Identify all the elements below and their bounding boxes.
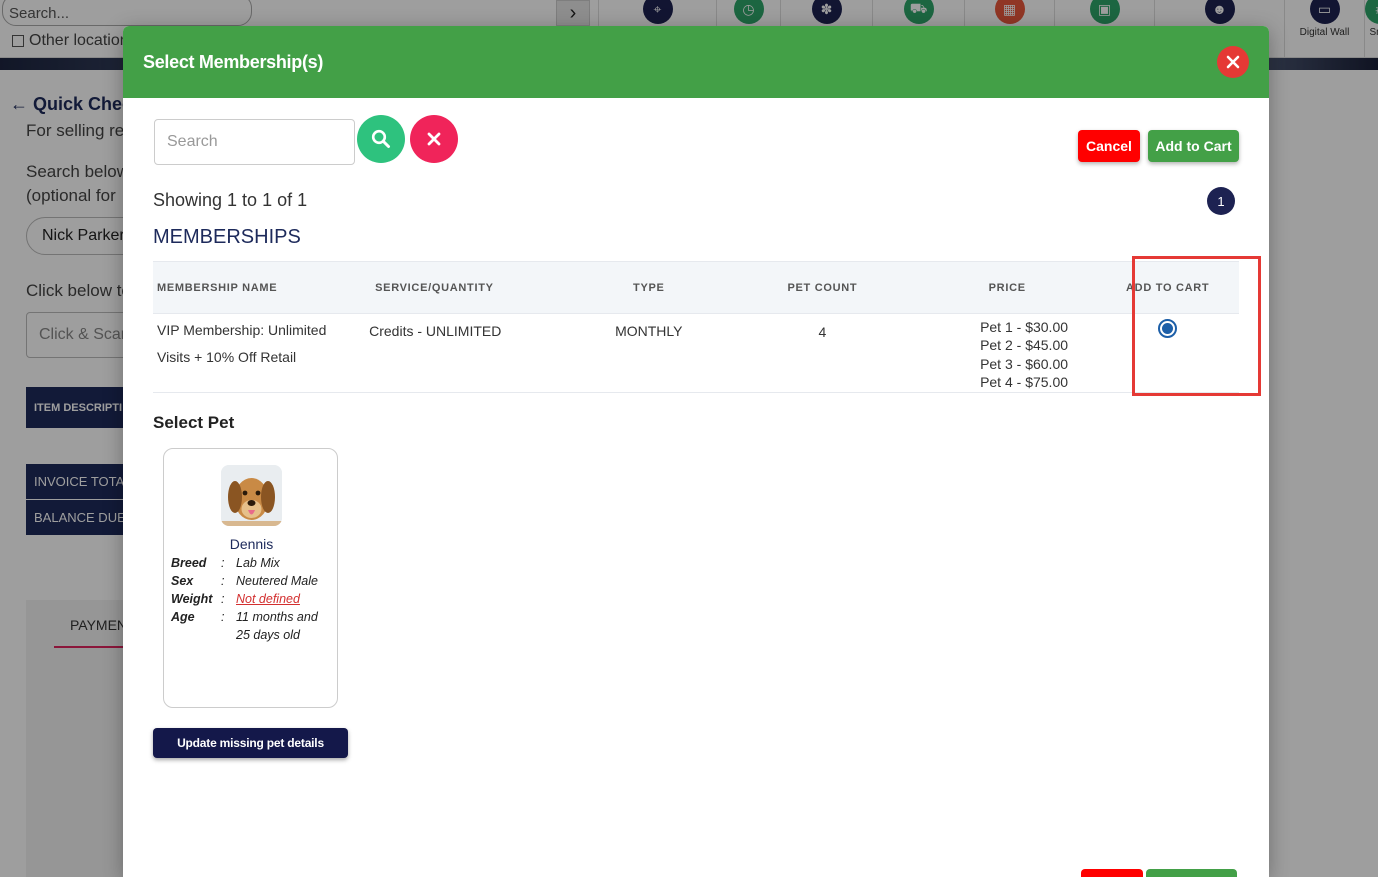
pet-count-cell: 4 bbox=[726, 313, 919, 393]
pet-photo bbox=[221, 465, 282, 526]
sex-label: Sex bbox=[171, 574, 194, 588]
col-membership-name: MEMBERSHIP NAME bbox=[153, 261, 364, 314]
page-1-button[interactable]: 1 bbox=[1207, 187, 1235, 215]
col-service-quantity: SERVICE/QUANTITY bbox=[363, 261, 571, 314]
price-cell: Pet 1 - $30.00 Pet 2 - $45.00 Pet 3 - $6… bbox=[918, 313, 1097, 393]
radio-selected-dot bbox=[1162, 323, 1174, 334]
bottom-add-to-cart-button[interactable] bbox=[1146, 869, 1237, 877]
add-to-cart-button[interactable]: Add to Cart bbox=[1148, 130, 1239, 162]
price-line: Pet 1 - $30.00 bbox=[980, 319, 1069, 335]
separator: : bbox=[221, 556, 225, 570]
table-row[interactable]: VIP Membership: Unlimited Visits + 10% O… bbox=[153, 313, 1239, 393]
breed-label: Breed bbox=[171, 556, 207, 570]
pet-name: Dennis bbox=[229, 536, 274, 552]
pet-details: Breed : Lab Mix Sex : Neutered Male Weig… bbox=[171, 554, 336, 644]
bottom-cancel-button[interactable] bbox=[1081, 869, 1143, 877]
col-pet-count: PET COUNT bbox=[726, 261, 919, 314]
close-button[interactable] bbox=[1217, 46, 1249, 78]
dog-avatar-image bbox=[221, 465, 282, 526]
search-icon bbox=[371, 129, 390, 148]
breed-value: Lab Mix bbox=[236, 556, 280, 570]
close-icon bbox=[1226, 55, 1240, 69]
weight-label: Weight bbox=[171, 592, 213, 606]
cancel-button[interactable]: Cancel bbox=[1078, 130, 1140, 162]
age-label: Age bbox=[171, 610, 195, 624]
pet-sex-row: Sex : Neutered Male bbox=[171, 572, 336, 590]
select-pet-title: Select Pet bbox=[153, 413, 235, 432]
pet-breed-row: Breed : Lab Mix bbox=[171, 554, 336, 572]
close-icon bbox=[427, 132, 441, 146]
separator: : bbox=[221, 610, 225, 624]
age-value: 11 months and 25 days old bbox=[236, 610, 318, 642]
col-add-to-cart: ADD TO CART bbox=[1096, 261, 1239, 314]
table-header-row: MEMBERSHIP NAME SERVICE/QUANTITY TYPE PE… bbox=[153, 261, 1239, 314]
memberships-table: MEMBERSHIP NAME SERVICE/QUANTITY TYPE PE… bbox=[153, 261, 1239, 393]
weight-not-defined-link[interactable]: Not defined bbox=[236, 590, 331, 608]
memberships-section-title: MEMBERSHIPS bbox=[153, 226, 301, 248]
price-line: Pet 2 - $45.00 bbox=[980, 337, 1069, 354]
membership-search-input[interactable] bbox=[154, 119, 355, 165]
select-membership-modal: Select Membership(s) Cancel Add to Cart … bbox=[123, 26, 1269, 877]
price-line: Pet 4 - $75.00 bbox=[980, 374, 1069, 391]
add-to-cart-cell bbox=[1096, 313, 1239, 393]
modal-title: Select Membership(s) bbox=[143, 51, 324, 72]
col-type: TYPE bbox=[570, 261, 727, 314]
service-quantity-cell: Credits - UNLIMITED bbox=[363, 313, 571, 393]
add-to-cart-radio[interactable] bbox=[1158, 319, 1178, 338]
pagination-info: Showing 1 to 1 of 1 bbox=[153, 190, 308, 210]
search-button[interactable] bbox=[357, 115, 405, 163]
sex-value: Neutered Male bbox=[236, 574, 318, 588]
clear-search-button[interactable] bbox=[410, 115, 458, 163]
price-line: Pet 3 - $60.00 bbox=[980, 355, 1069, 372]
separator: : bbox=[221, 574, 225, 588]
col-price: PRICE bbox=[918, 261, 1097, 314]
update-missing-pet-details-button[interactable]: Update missing pet details bbox=[153, 728, 348, 758]
modal-header: Select Membership(s) bbox=[123, 26, 1269, 98]
pet-age-row: Age : 11 months and 25 days old bbox=[171, 608, 336, 644]
pet-card[interactable]: Dennis Breed : Lab Mix Sex : Neutered Ma… bbox=[163, 448, 338, 708]
type-cell: MONTHLY bbox=[570, 313, 727, 393]
pet-weight-row: Weight : Not defined bbox=[171, 590, 336, 608]
separator: : bbox=[221, 592, 225, 606]
membership-name-cell: VIP Membership: Unlimited Visits + 10% O… bbox=[153, 313, 364, 393]
